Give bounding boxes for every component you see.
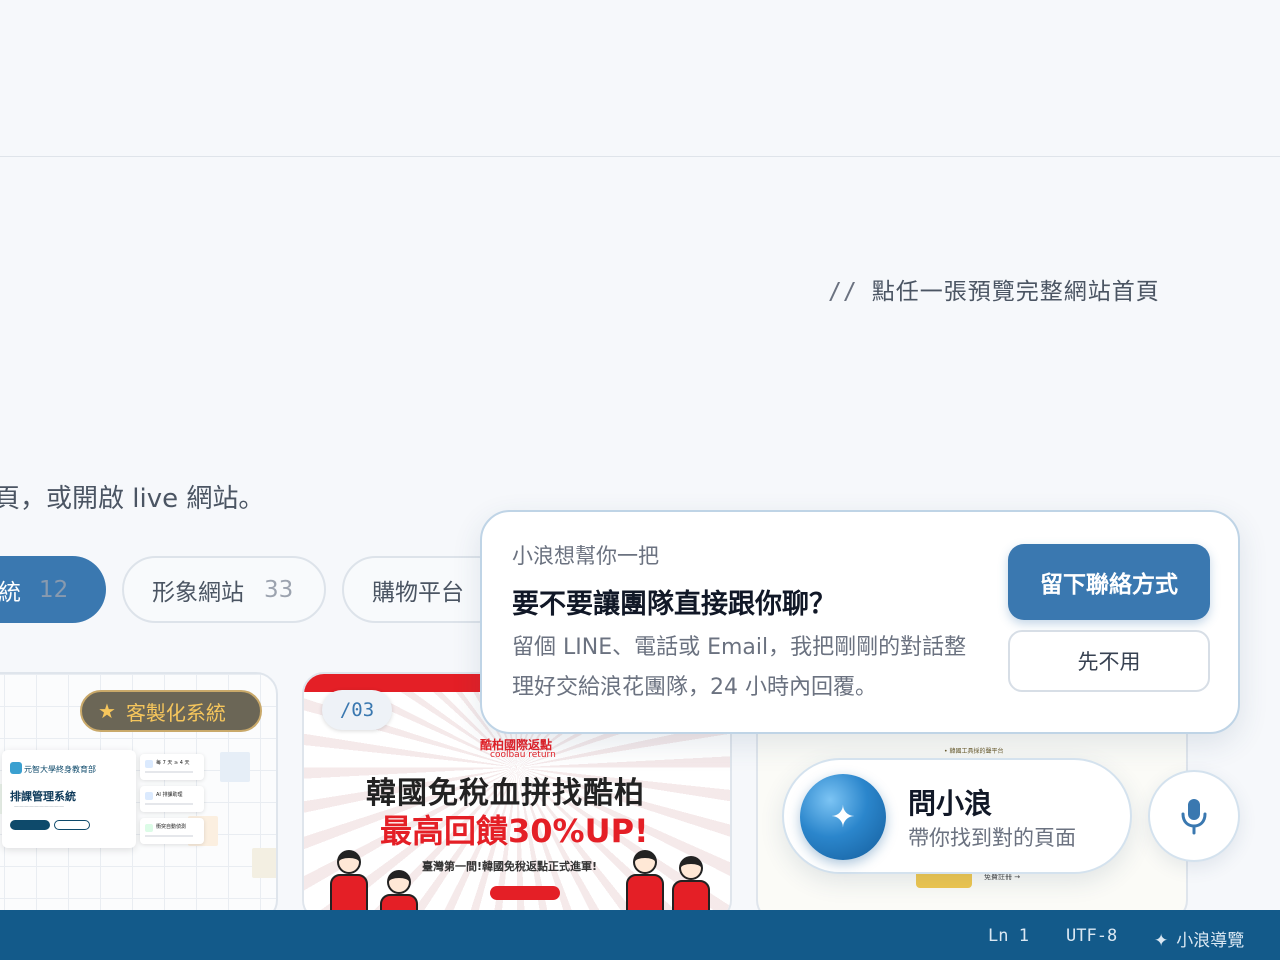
preview-brand-sub: coolbau return xyxy=(490,750,556,760)
filter-chip-label: 統 xyxy=(0,579,21,606)
line-number-status[interactable]: Ln 1 xyxy=(988,926,1029,946)
filter-chip-label: 購物平台 xyxy=(372,579,464,606)
preview-primary-button xyxy=(10,820,50,830)
preview-secondary-button xyxy=(54,820,90,830)
preview-subtitle: —————————— xyxy=(14,804,64,810)
intro-text: 頁，或開啟 live 網站。 xyxy=(0,484,265,514)
preview-list-text: AI 排課助理 xyxy=(156,792,183,798)
preview-panel: 元智大學終身教育部 排課管理系統 —————————— xyxy=(2,750,136,848)
guide-label: 小浪導覽 xyxy=(1176,931,1245,951)
preview-cta-button xyxy=(490,886,560,900)
preview-brand: 元智大學終身教育部 xyxy=(24,765,96,774)
logo-icon xyxy=(10,762,22,774)
project-card-scheduling[interactable]: ★ 客製化系統 元智大學終身教育部 排課管理系統 —————————— 每 7 天… xyxy=(0,672,278,922)
preview-headline-red: 最高回饋30%UP! xyxy=(380,812,649,850)
grid-tile xyxy=(220,752,250,782)
preview-list-item: AI 排課助理 xyxy=(140,786,204,812)
not-now-button[interactable]: 先不用 xyxy=(1008,630,1210,692)
hint-text: 點任一張預覽完整網站首頁 xyxy=(871,279,1160,305)
assistant-description: 帶你找到對的頁面 xyxy=(908,826,1076,850)
preview-hint: // 點任一張預覽完整網站首頁 xyxy=(828,272,1160,306)
filter-chip-count: 33 xyxy=(264,576,294,603)
preview-list-text: 衝突自動偵測 xyxy=(156,824,187,830)
prompt-body: 留個 LINE、電話或 Email，我把剛剛的對話整理好交給浪花團隊，24 小時… xyxy=(512,635,967,700)
preview-list-item: 衝突自動偵測 xyxy=(140,818,204,844)
encoding-status[interactable]: UTF-8 xyxy=(1066,926,1117,946)
comment-slashes: // xyxy=(828,279,858,305)
preview-line xyxy=(145,803,193,805)
microphone-button[interactable] xyxy=(1148,770,1240,862)
filter-chip-brand-site[interactable]: 形象網站 33 xyxy=(122,556,326,623)
check-icon xyxy=(145,824,153,832)
prompt-title: 要不要讓團隊直接跟你聊？ xyxy=(512,589,836,620)
preview-list-text: 每 7 天 ≥ 4 天 xyxy=(156,760,190,766)
leave-contact-button[interactable]: 留下聯絡方式 xyxy=(1008,544,1210,620)
sparkle-icon: ✦ xyxy=(800,774,886,860)
star-icon: ★ xyxy=(98,699,116,723)
top-band xyxy=(0,0,1280,157)
filter-chip-label: 形象網站 xyxy=(152,579,244,606)
card-number-badge: /03 xyxy=(322,690,392,730)
custom-system-badge: ★ 客製化系統 xyxy=(80,690,262,732)
guide-status[interactable]: ✦ 小浪導覽 xyxy=(1154,926,1244,951)
filter-chip-count: 12 xyxy=(39,576,69,603)
badge-label: 客製化系統 xyxy=(125,700,226,725)
microphone-icon xyxy=(1181,799,1207,835)
preview-top-text: • 韓國工具採的聲平台 xyxy=(944,748,1004,755)
contact-prompt-dialog: 小浪想幫你一把 要不要讓團隊直接跟你聊？ 留個 LINE、電話或 Email，我… xyxy=(480,510,1240,734)
preview-tagline: 臺灣第一間!韓國免稅返點正式進軍! xyxy=(422,860,598,873)
preview-line xyxy=(145,835,193,837)
ask-assistant-button[interactable]: ✦ 問小浪 帶你找到對的頁面 xyxy=(782,758,1132,874)
preview-line xyxy=(145,771,193,773)
preview-list-item: 每 7 天 ≥ 4 天 xyxy=(140,754,204,780)
preview-system-title: 排課管理系統 xyxy=(10,790,76,803)
filter-chip-system[interactable]: 統 12 xyxy=(0,556,106,623)
sparkle-icon: ✦ xyxy=(1154,931,1169,951)
status-bar: Ln 1 UTF-8 ✦ 小浪導覽 xyxy=(0,910,1280,960)
grid-tile xyxy=(252,848,276,878)
prompt-eyebrow: 小浪想幫你一把 xyxy=(512,544,659,568)
assistant-name: 問小浪 xyxy=(908,787,993,820)
calendar-icon xyxy=(145,760,153,768)
ai-icon xyxy=(145,792,153,800)
